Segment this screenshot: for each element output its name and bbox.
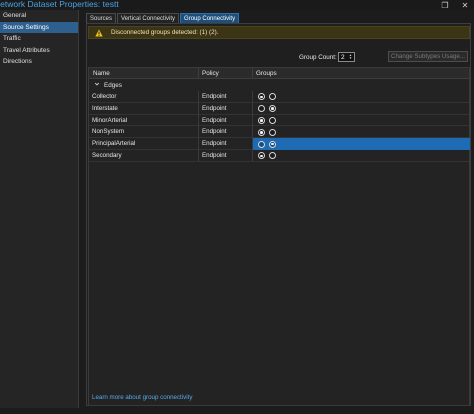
group-1-radio[interactable]: [258, 116, 265, 124]
sidebar-item-general[interactable]: General: [0, 10, 78, 22]
tab-bar: Sources Vertical Connectivity Group Conn…: [86, 13, 240, 23]
restore-button[interactable]: ❐: [438, 0, 452, 10]
table-row[interactable]: Interstate Endpoint: [89, 102, 469, 115]
chevron-down-icon[interactable]: [94, 81, 100, 89]
warning-triangle-icon: [95, 28, 103, 37]
group-label: Edges: [104, 81, 122, 89]
row-name: MinorArterial: [92, 116, 128, 124]
row-name: Collector: [92, 93, 117, 100]
column-header-policy[interactable]: Policy: [202, 68, 219, 79]
content-area: Sources Vertical Connectivity Group Conn…: [86, 10, 474, 408]
group-2-radio[interactable]: [269, 152, 276, 160]
group-connectivity-panel: Disconnected groups detected: (1) (2). G…: [86, 23, 471, 406]
group-count-value: 2: [341, 53, 345, 61]
table-row[interactable]: NonSystem Endpoint: [89, 126, 469, 139]
table-row[interactable]: PrincipalArterial Endpoint: [89, 138, 470, 150]
group-1-radio[interactable]: [258, 152, 265, 160]
group-row-edges[interactable]: Edges: [89, 79, 469, 91]
warning-text: Disconnected groups detected: (1) (2).: [111, 29, 219, 36]
grid-rows: Collector Endpoint Interstate Endpoint Minor…: [89, 91, 470, 162]
tab-sources[interactable]: Sources: [86, 13, 117, 23]
learn-more-link[interactable]: Learn more about group connectivity: [92, 394, 192, 401]
sidebar-item-traffic[interactable]: Traffic: [0, 33, 78, 45]
row-name: Secondary: [92, 151, 122, 159]
sidebar-item-travel-attributes[interactable]: Travel Attributes: [0, 45, 78, 57]
warning-banner: Disconnected groups detected: (1) (2).: [88, 26, 470, 39]
table-row[interactable]: MinorArterial Endpoint: [89, 114, 469, 127]
change-subtypes-usage-button[interactable]: Change Subtypes Usage...: [388, 51, 468, 62]
group-2-radio[interactable]: [269, 116, 276, 124]
connectivity-grid: Name Policy Groups Edges Collector Endpoi…: [88, 67, 470, 406]
tab-group-connectivity[interactable]: Group Connectivity: [180, 13, 240, 23]
group-1-radio[interactable]: [258, 105, 265, 113]
group-1-radio[interactable]: [258, 140, 265, 148]
group-count-label: Group Count:: [299, 54, 337, 61]
row-policy[interactable]: Endpoint: [202, 138, 226, 150]
row-policy[interactable]: Endpoint: [202, 150, 226, 162]
sidebar: General Source Settings Traffic Travel A…: [0, 10, 79, 408]
tab-vertical-connectivity[interactable]: Vertical Connectivity: [117, 13, 180, 23]
close-button[interactable]: ✕: [458, 0, 472, 10]
group-2-radio[interactable]: [269, 128, 276, 136]
column-header-groups[interactable]: Groups: [256, 68, 277, 79]
group-1-radio[interactable]: [258, 93, 265, 101]
sidebar-item-source-settings[interactable]: Source Settings: [0, 21, 78, 33]
row-policy[interactable]: Endpoint: [202, 91, 226, 103]
group-2-radio[interactable]: [269, 93, 276, 101]
group-2-radio[interactable]: [269, 140, 276, 148]
window-title: Network Dataset Properties: testt: [0, 0, 119, 9]
group-2-radio[interactable]: [269, 105, 276, 113]
row-policy[interactable]: Endpoint: [202, 103, 226, 115]
row-name: PrincipalArterial: [92, 140, 136, 148]
column-header-name[interactable]: Name: [93, 68, 110, 79]
stepper-arrows-icon[interactable]: ▲ ▼: [348, 53, 353, 61]
row-name: NonSystem: [92, 128, 124, 136]
row-name: Interstate: [92, 104, 118, 112]
selection-highlight: [253, 138, 470, 150]
row-policy[interactable]: Endpoint: [202, 126, 226, 138]
title-bar: Network Dataset Properties: testt ❐ ✕: [0, 0, 474, 10]
row-policy[interactable]: Endpoint: [202, 115, 226, 127]
grid-header: Name Policy Groups: [89, 68, 469, 79]
sidebar-item-directions[interactable]: Directions: [0, 56, 78, 68]
group-count-stepper[interactable]: 2 ▲ ▼: [338, 52, 355, 62]
table-row[interactable]: Secondary Endpoint: [89, 149, 469, 162]
group-1-radio[interactable]: [258, 128, 265, 136]
table-row[interactable]: Collector Endpoint: [89, 91, 469, 103]
